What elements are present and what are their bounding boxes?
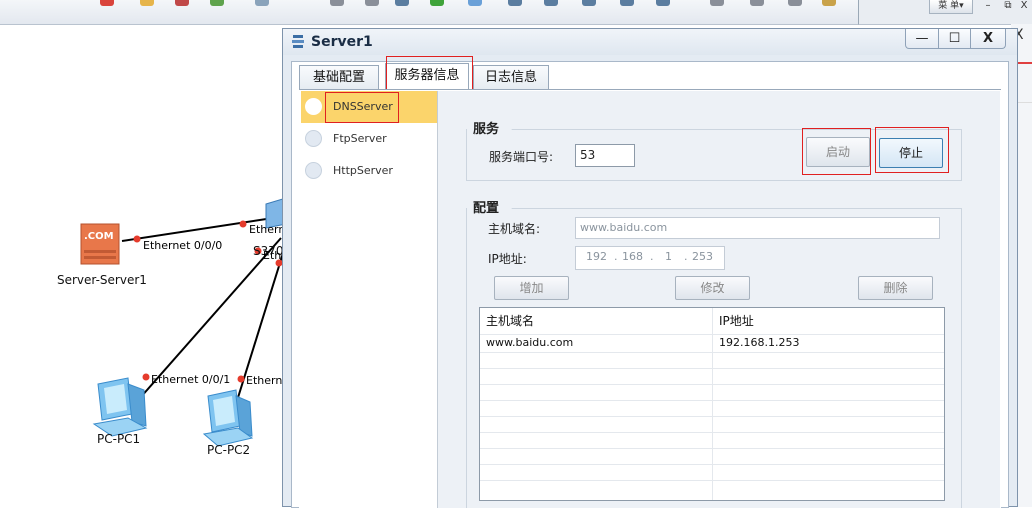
topology-canvas[interactable]: .COM Ethernet 0/0/0 Ethern S370 Eth Ethe… [0,28,289,507]
ip-octet-3: 1 [665,250,672,263]
close-button[interactable]: X [970,29,1006,49]
toolbar-icon[interactable] [788,0,802,6]
server-device-label: Server-Server1 [57,273,147,287]
server-list-item-http[interactable]: HttpServer [301,155,437,187]
server-badge: .COM [84,231,114,242]
main-toolbar [0,0,858,25]
toolbar-icon[interactable] [255,0,269,6]
outer-window-controls: 菜 单▾ – ⧉ X [858,0,1032,25]
toolbar-icon[interactable] [100,0,114,6]
ip-label: IP地址: [488,252,527,266]
pc-icon[interactable] [202,389,254,447]
port-dot [239,220,247,228]
row-divider [480,416,944,417]
port-dot [142,373,150,381]
minimize-button[interactable]: — [905,29,939,49]
ip-octet-1: 192 [586,250,607,263]
column-header-hostname[interactable]: 主机域名 [480,308,712,334]
server-list-item-dns[interactable]: DNSServer [301,91,437,123]
pc-icon[interactable] [92,377,148,437]
server-list-item-ftp[interactable]: FtpServer [301,123,437,155]
toolbar-icon[interactable] [620,0,634,6]
server-port-label: Ethernet 0/0/0 [143,239,223,252]
row-divider [480,352,944,353]
add-button[interactable]: 增加 [494,276,569,300]
toolbar-icon[interactable] [822,0,836,6]
port-input[interactable]: 53 [575,144,635,167]
toolbar-icon[interactable] [508,0,522,6]
pc2-device-label: PC-PC2 [207,443,251,457]
toolbar-icon[interactable] [140,0,154,6]
toolbar-icon[interactable] [710,0,724,6]
row-divider [480,480,944,481]
toolbar-icon[interactable] [468,0,482,6]
switch-port-label: Ethern [249,223,286,236]
table-cell-hostname[interactable]: www.baidu.com [480,334,712,352]
dns-host-table[interactable]: 主机域名 IP地址 www.baidu.com 192.168.1.253 [479,307,945,501]
start-button[interactable]: 启动 [806,137,870,167]
port-dot [133,235,141,243]
toolbar-icon[interactable] [544,0,558,6]
server-type-list: DNSServer FtpServer HttpServer [301,91,438,508]
ip-address-input[interactable]: 192 . 168 . 1 . 253 [575,246,725,270]
modify-button[interactable]: 修改 [675,276,750,300]
toolbar-icon[interactable] [430,0,444,6]
row-divider [480,368,944,369]
row-divider [480,400,944,401]
topology-links [80,197,286,447]
toolbar-icon[interactable] [656,0,670,6]
server-config-window: Server1 — ☐ X 基础配置 服务器信息 日志信息 DNSServer … [282,28,1018,509]
row-divider [480,432,944,433]
hostname-label: 主机域名: [488,222,541,236]
server-status-icon [305,130,322,147]
row-divider [480,464,944,465]
server-app-icon [292,35,304,48]
server-list-label: HttpServer [333,164,393,177]
port-label: 服务端口号: [489,150,554,164]
ip-dot: . [614,250,618,263]
server-icon[interactable] [80,223,120,265]
tab-basic-config[interactable]: 基础配置 [299,65,379,89]
row-divider [480,384,944,385]
delete-button[interactable]: 删除 [858,276,933,300]
table-cell-ip[interactable]: 192.168.1.253 [713,334,944,352]
window-title: Server1 [311,34,373,50]
switch-port-label: Eth [263,249,282,262]
toolbar-icon[interactable] [582,0,596,6]
server-list-label: DNSServer [333,100,393,113]
pc1-device-label: PC-PC1 [97,432,141,446]
port-dot [237,375,245,383]
tab-log-info[interactable]: 日志信息 [473,65,549,89]
stop-button[interactable]: 停止 [879,138,943,168]
toolbar-icon[interactable] [395,0,409,6]
outer-minimize-button[interactable]: – [979,0,997,13]
ip-dot: . [684,250,688,263]
row-divider [480,448,944,449]
tab-server-info[interactable]: 服务器信息 [385,63,469,89]
pc1-port-label: Ethernet 0/0/1 [151,373,231,386]
toolbar-icon[interactable] [210,0,224,6]
ip-dot: . [650,250,654,263]
server-status-icon [305,98,322,115]
server-list-label: FtpServer [333,132,387,145]
ip-octet-2: 168 [622,250,643,263]
toolbar-icon[interactable] [330,0,344,6]
menu-button[interactable]: 菜 单▾ [929,0,973,14]
title-bar[interactable]: Server1 — ☐ X [283,29,1017,55]
side-panel-marker [1016,62,1032,103]
outer-close-button[interactable]: X [1015,0,1032,13]
column-header-ip[interactable]: IP地址 [713,308,944,334]
hostname-input[interactable]: www.baidu.com [575,217,940,239]
ip-octet-4: 253 [692,250,713,263]
server-status-icon [305,162,322,179]
toolbar-icon[interactable] [365,0,379,6]
toolbar-icon[interactable] [750,0,764,6]
toolbar-icon[interactable] [175,0,189,6]
maximize-button[interactable]: ☐ [938,29,971,49]
